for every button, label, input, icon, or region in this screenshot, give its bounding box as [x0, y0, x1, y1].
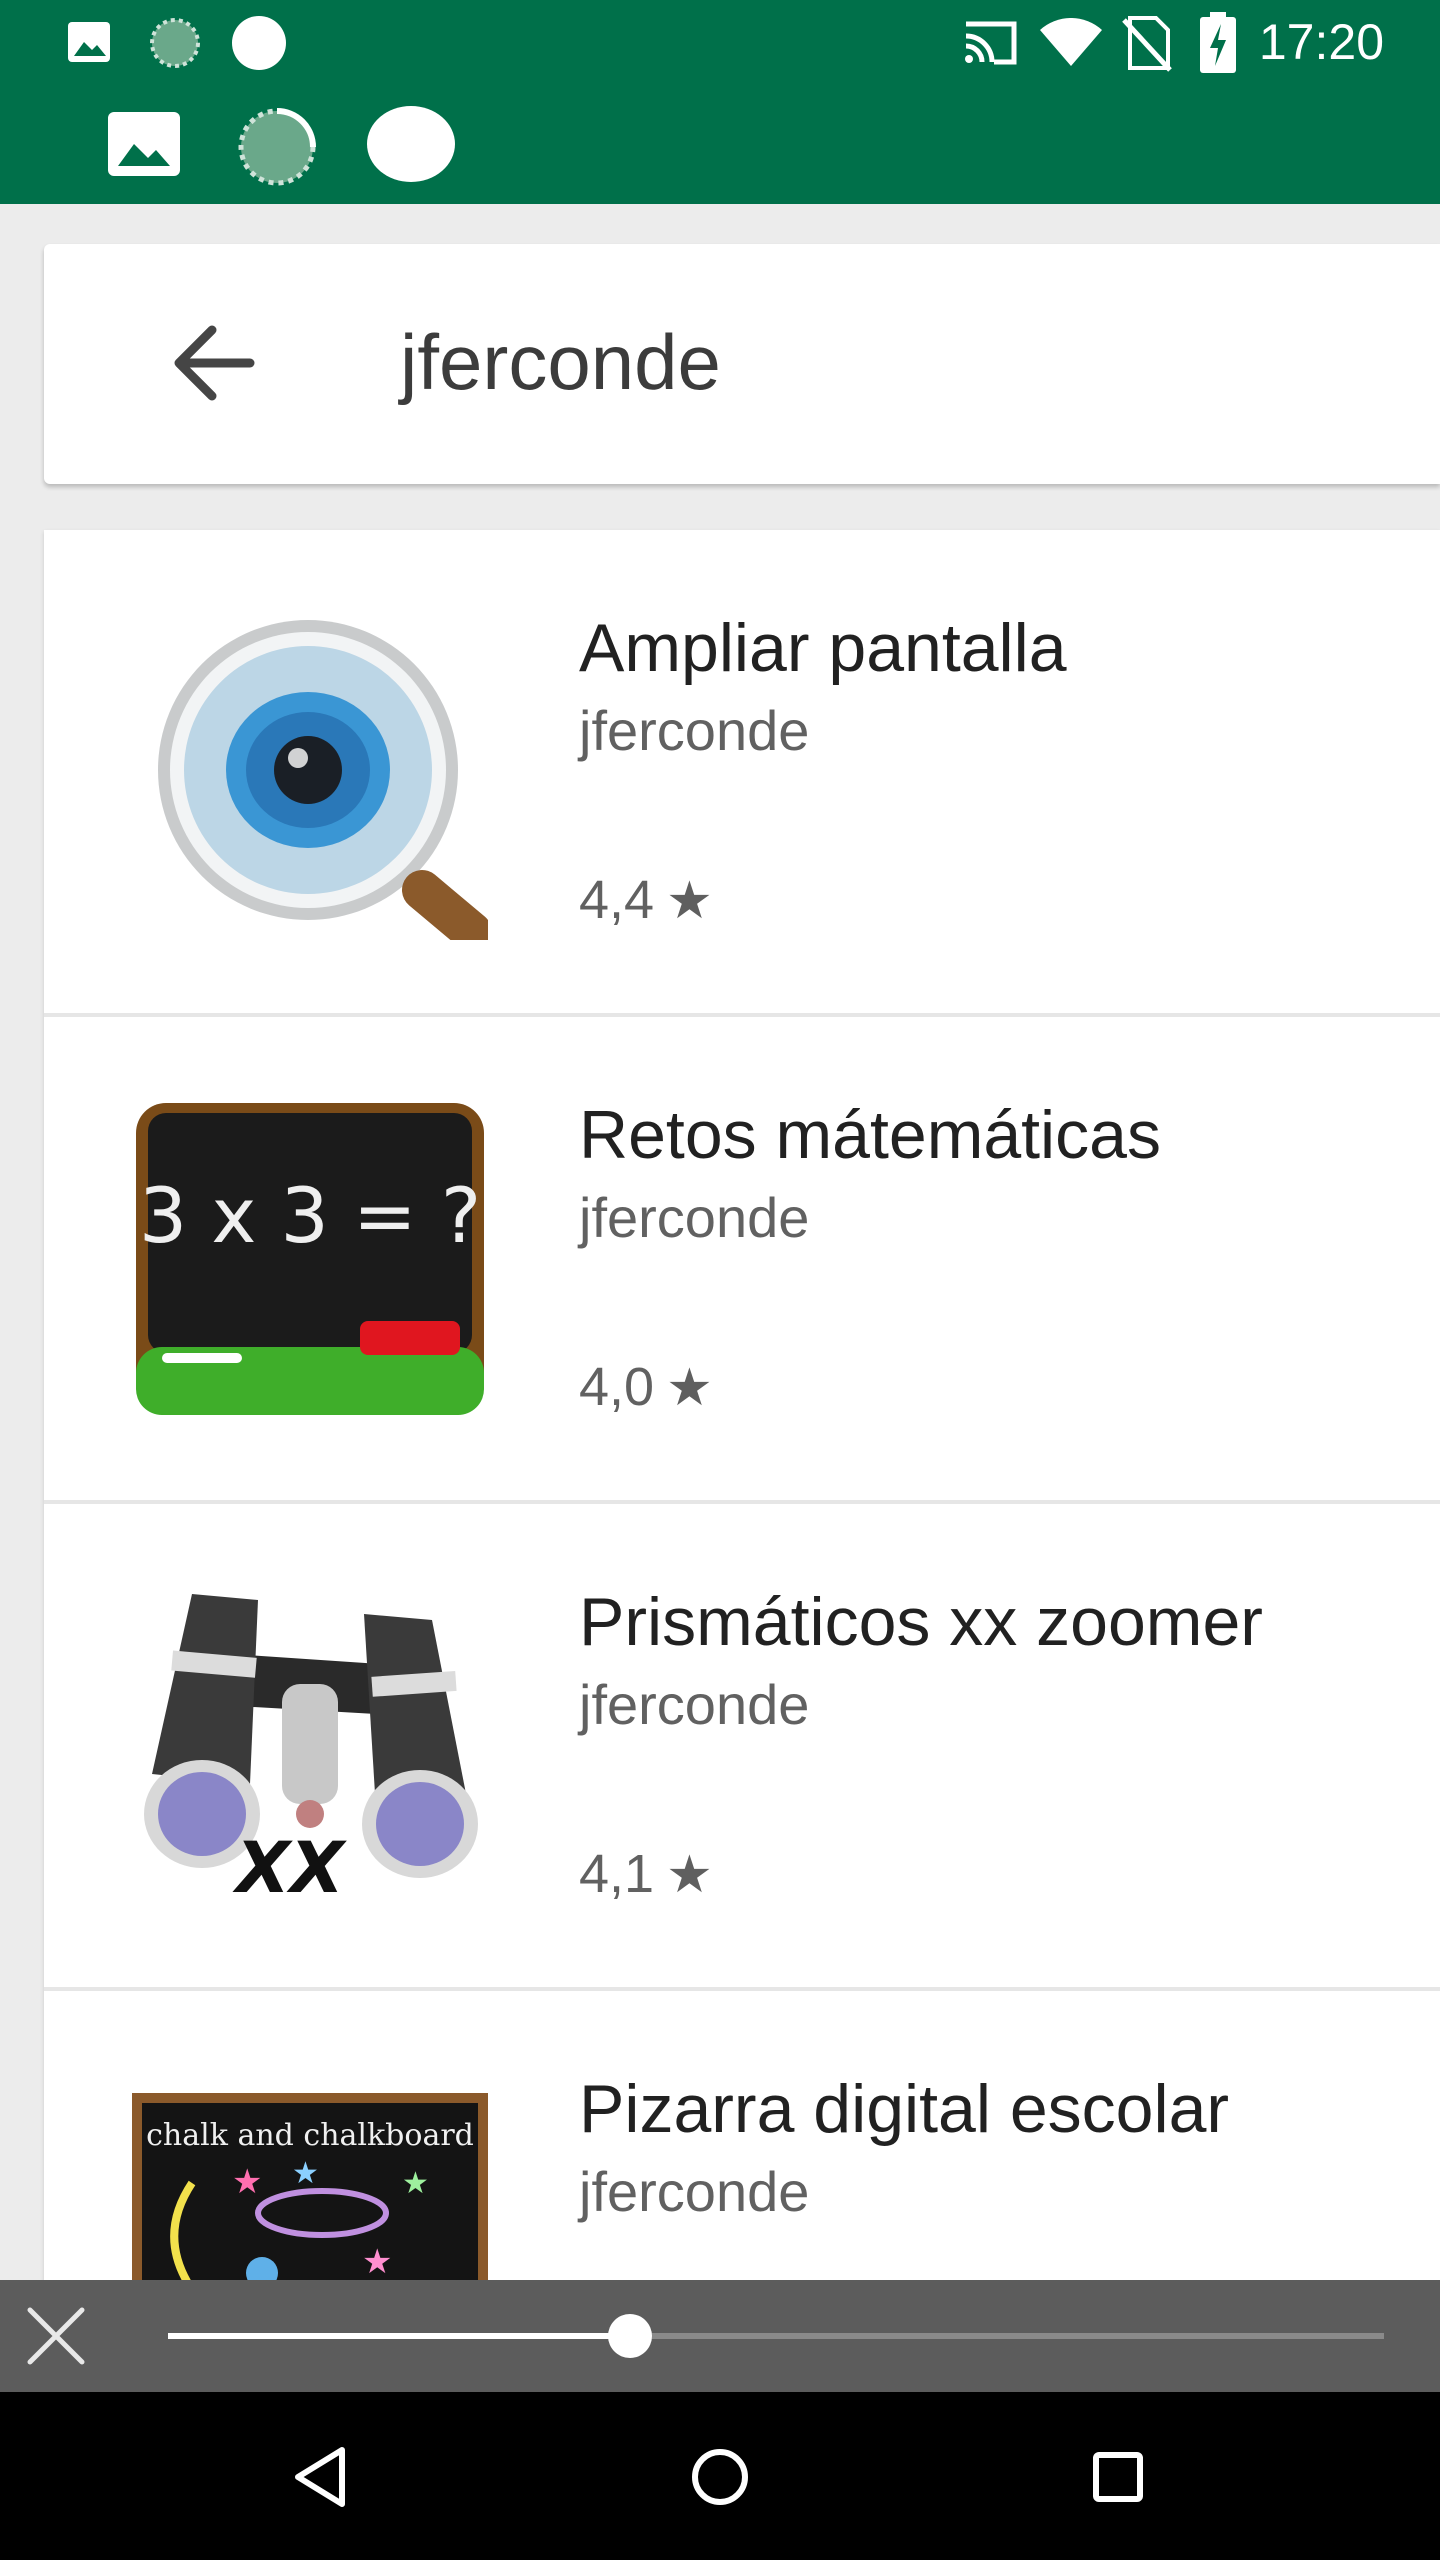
no-sim-icon	[1122, 16, 1172, 72]
wifi-icon	[1040, 18, 1102, 66]
app-rating: 4,1 ★	[579, 1842, 713, 1907]
rating-value: 4,0	[579, 1357, 655, 1417]
back-triangle-icon[interactable]	[276, 2432, 366, 2522]
icon-text: 3 x 3 = ?	[139, 1171, 481, 1260]
icon-text: XX	[232, 1827, 347, 1904]
recents-square-icon[interactable]	[1073, 2432, 1163, 2522]
results-list: Ampliar pantalla jferconde 4,4 ★ 3 x 3 = …	[44, 530, 1440, 2280]
status-row: 17:20	[0, 0, 1440, 84]
binoculars-icon: XX	[144, 1594, 478, 1904]
status-bar: 17:20	[0, 0, 1440, 204]
close-icon[interactable]	[22, 2302, 90, 2370]
rating-value: 4,4	[579, 870, 655, 930]
app-title: Prismáticos xx zoomer	[579, 1584, 1263, 1660]
seek-slider[interactable]	[168, 2314, 1384, 2358]
app-rating: 4,0 ★	[579, 1355, 713, 1420]
app-developer: jferconde	[579, 1673, 810, 1736]
icon-text: chalk and chalkboard	[146, 2118, 474, 2153]
magnifier-eye-icon	[158, 620, 488, 940]
svg-text:★: ★	[402, 2167, 429, 2200]
chalkboard-drawing-icon: chalk and chalkboard ★ ★ ★ ★ ★	[132, 2093, 488, 2280]
list-item[interactable]: Ampliar pantalla jferconde 4,4 ★	[44, 530, 1440, 1017]
rating-value: 4,1	[579, 1844, 655, 1904]
app-title: Pizarra digital escolar	[579, 2071, 1230, 2147]
seek-progress	[168, 2333, 631, 2339]
star-icon: ★	[666, 1846, 713, 1904]
clock: 17:20	[1258, 14, 1384, 70]
search-bar[interactable]: jferconde	[44, 244, 1440, 484]
loading-icon	[238, 108, 316, 186]
app-developer: jferconde	[579, 1186, 810, 1249]
app-title: Retos mátemáticas	[579, 1097, 1161, 1173]
arrow-left-icon[interactable]	[160, 308, 270, 418]
loading-icon	[150, 18, 200, 68]
app-developer: jferconde	[579, 699, 810, 762]
cast-icon	[965, 21, 1017, 65]
navigation-bar	[0, 2392, 1440, 2560]
image-icon	[68, 22, 110, 62]
battery-charging-icon	[1200, 12, 1236, 73]
list-item[interactable]: XX Prismáticos xx zoomer jferconde 4,1 ★	[44, 1504, 1440, 1991]
list-item[interactable]: chalk and chalkboard ★ ★ ★ ★ ★ Pizarra d…	[44, 1991, 1440, 2280]
list-item[interactable]: 3 x 3 = ? Retos mátemáticas jferconde 4,…	[44, 1017, 1440, 1504]
svg-text:★: ★	[232, 2163, 262, 2201]
image-icon	[108, 112, 180, 176]
star-icon: ★	[666, 1359, 713, 1417]
app-title: Ampliar pantalla	[579, 610, 1067, 686]
svg-text:★: ★	[292, 2157, 319, 2190]
star-icon: ★	[666, 872, 713, 930]
status-row-secondary	[0, 100, 1440, 190]
app-developer: jferconde	[579, 2160, 810, 2223]
seek-thumb[interactable]	[608, 2314, 653, 2358]
media-control-bar	[0, 2280, 1440, 2392]
home-circle-icon[interactable]	[675, 2432, 765, 2522]
svg-text:★: ★	[362, 2243, 392, 2280]
circle-icon	[232, 16, 286, 70]
app-rating: 4,4 ★	[579, 868, 713, 933]
circle-icon	[367, 106, 455, 182]
search-query[interactable]: jferconde	[400, 314, 721, 410]
chalkboard-math-icon: 3 x 3 = ?	[136, 1103, 484, 1415]
